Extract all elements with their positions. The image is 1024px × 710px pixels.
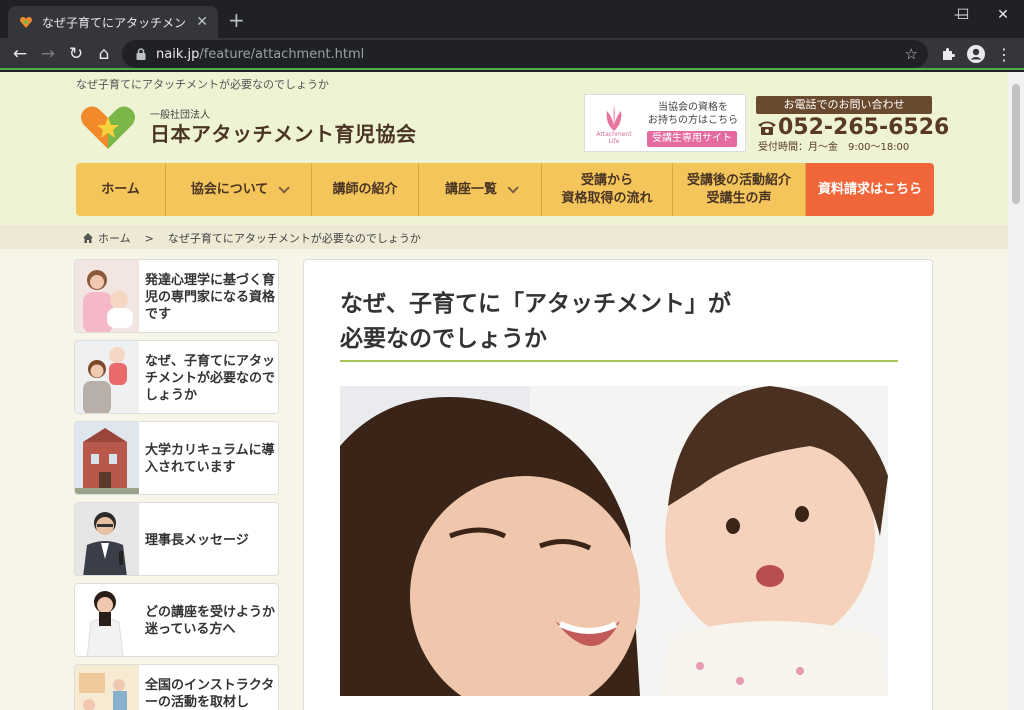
phone-number[interactable]: 052-265-6526 (756, 115, 949, 140)
page-title-line2: 必要なのでしょうか (340, 325, 547, 352)
nav-voices-line2: 受講生の声 (706, 190, 772, 206)
instructor-activity-thumbnail (75, 665, 139, 710)
sidebar-item-university[interactable]: 大学カリキュラムに導入されています (74, 421, 279, 495)
university-building-thumbnail (75, 422, 139, 494)
member-site-button[interactable]: 受講生専用サイト (647, 131, 737, 147)
page-title: なぜ、子育てに「アタッチメント」が 必要なのでしょうか (340, 286, 900, 356)
breadcrumb: ホーム > なぜ子育てにアタッチメントが必要なのでしょうか (0, 225, 1008, 249)
sidebar-item-why-attachment[interactable]: なぜ、子育てにアタッチメントが必要なのでしょうか (74, 340, 279, 414)
license-text: 当協会の資格を お持ちの方はこちら (643, 101, 743, 127)
sidebar-item-qualification[interactable]: 発達心理学に基づく育児の専門家になる資格です (74, 259, 279, 333)
sidebar-item-label: どの講座を受けようか迷っている方へ (145, 605, 276, 637)
nav-courses-label: 講座一覧 (444, 181, 497, 197)
attachment-life-logo: Attachment Life (591, 101, 637, 147)
chairman-thumbnail (75, 503, 139, 575)
nav-home[interactable]: ホーム (76, 163, 166, 216)
reload-icon[interactable]: ↻ (64, 42, 88, 66)
page-scrollbar[interactable] (1008, 72, 1024, 710)
nav-courses[interactable]: 講座一覧 (419, 163, 542, 216)
main-content: なぜ、子育てに「アタッチメント」が 必要なのでしょうか (303, 259, 933, 710)
close-window-button[interactable]: ✕ (980, 0, 1024, 30)
sidebar-item-instructor-activities[interactable]: 全国のインストラクターの活動を取材し (74, 664, 279, 710)
mother-lifting-baby-thumbnail (75, 341, 139, 413)
nav-home-label: ホーム (101, 181, 140, 197)
sidebar-item-chairman-message[interactable]: 理事長メッセージ (74, 502, 279, 576)
phone-number-text: 052-265-6526 (778, 115, 950, 140)
tab-title: なぜ子育てにアタッチメントが必要なの (42, 15, 190, 30)
mother-and-baby-photo (340, 386, 888, 696)
sidebar-item-label: 大学カリキュラムに導入されています (145, 443, 275, 475)
breadcrumb-separator: > (144, 231, 154, 245)
profile-avatar-icon[interactable] (966, 44, 986, 64)
tel-hours: 受付時間：月～金 9:00～18:00 (758, 142, 910, 153)
nav-voices[interactable]: 受講後の活動紹介 受講生の声 (673, 163, 806, 216)
title-underline (340, 360, 898, 362)
site-favicon (20, 17, 32, 28)
new-tab-button[interactable]: + (228, 10, 245, 30)
nav-flow[interactable]: 受講から 資格取得の流れ (542, 163, 673, 216)
url-domain: naik.jp (156, 46, 200, 62)
browser-tab[interactable]: なぜ子育てにアタッチメントが必要なの ✕ (8, 6, 218, 38)
extensions-puzzle-icon[interactable] (940, 46, 956, 62)
sidebar-item-label: 理事長メッセージ (145, 532, 249, 548)
nav-about-label: 協会について (190, 181, 269, 197)
bookmark-star-icon[interactable]: ☆ (905, 45, 918, 63)
sidebar-item-label: 全国のインストラクターの活動を取材し (145, 678, 275, 710)
nav-about[interactable]: 協会について (166, 163, 312, 216)
attachment-life-text: Attachment Life (596, 131, 632, 145)
home-button-icon[interactable]: ⌂ (92, 42, 116, 66)
address-bar[interactable]: naik.jp/feature/attachment.html ☆ (122, 40, 928, 68)
scrollbar-thumb[interactable] (1012, 84, 1020, 204)
breadcrumb-current: なぜ子育てにアタッチメントが必要なのでしょうか (167, 232, 421, 245)
org-name[interactable]: 日本アタッチメント育児協会 (150, 118, 417, 147)
sidebar-item-course-guide[interactable]: どの講座を受けようか迷っている方へ (74, 583, 279, 657)
association-logo-icon[interactable] (76, 97, 140, 153)
site-header: なぜ子育てにアタッチメントが必要なのでしょうか 一般社団法人 日本アタッチメント… (0, 72, 1008, 227)
nav-request-label: 資料請求はこちら (817, 181, 922, 197)
nav-instructors[interactable]: 講師の紹介 (312, 163, 419, 216)
nav-voices-line1: 受講後の活動紹介 (686, 172, 791, 188)
browser-tab-strip: なぜ子育てにアタッチメントが必要なの ✕ + — ☐ ✕ (0, 0, 1024, 38)
chevron-down-icon (507, 181, 519, 194)
url-text: naik.jp/feature/attachment.html (156, 47, 364, 62)
nav-instructors-label: 講師の紹介 (332, 181, 398, 197)
tel-heading: お電話でのお問い合わせ (756, 96, 932, 114)
home-icon (83, 233, 93, 243)
mother-baby-thumbnail (75, 260, 139, 332)
global-nav: ホーム 協会について 講師の紹介 講座一覧 受講から 資格取得の流れ 受講後の活… (76, 163, 934, 216)
phone-icon (758, 121, 776, 135)
member-site-banner[interactable]: Attachment Life 当協会の資格を お持ちの方はこちら 受講生専用サ… (584, 94, 746, 152)
sidebar-item-label: 発達心理学に基づく育児の専門家になる資格です (145, 272, 276, 322)
license-line-2: お持ちの方はこちら (648, 115, 738, 126)
lock-icon (136, 48, 146, 60)
sidebar: 発達心理学に基づく育児の専門家になる資格です なぜ、子育てにアタッチメントが必要… (74, 259, 280, 710)
nav-flow-line1: 受講から (580, 172, 633, 188)
back-icon[interactable]: ← (8, 42, 32, 66)
breadcrumb-home[interactable]: ホーム (98, 230, 131, 246)
nav-request-materials[interactable]: 資料請求はこちら (806, 163, 934, 216)
browser-toolbar: ← → ↻ ⌂ naik.jp/feature/attachment.html … (0, 38, 1024, 70)
tab-close-icon[interactable]: ✕ (196, 14, 208, 30)
license-line-1: 当協会の資格を (658, 102, 728, 113)
flower-icon (606, 105, 622, 131)
sidebar-item-label: なぜ、子育てにアタッチメントが必要なのでしょうか (145, 353, 276, 403)
forward-icon[interactable]: → (36, 42, 60, 66)
url-path: /feature/attachment.html (199, 46, 365, 62)
header-tagline: なぜ子育てにアタッチメントが必要なのでしょうか (76, 78, 329, 91)
thinking-woman-thumbnail (75, 584, 139, 656)
page-title-line1: なぜ、子育てに「アタッチメント」が (340, 290, 731, 317)
chevron-down-icon (278, 181, 291, 194)
browser-menu-icon[interactable]: ⋮ (992, 42, 1016, 66)
nav-flow-line2: 資格取得の流れ (561, 190, 653, 206)
page-viewport: なぜ子育てにアタッチメントが必要なのでしょうか 一般社団法人 日本アタッチメント… (0, 72, 1008, 710)
